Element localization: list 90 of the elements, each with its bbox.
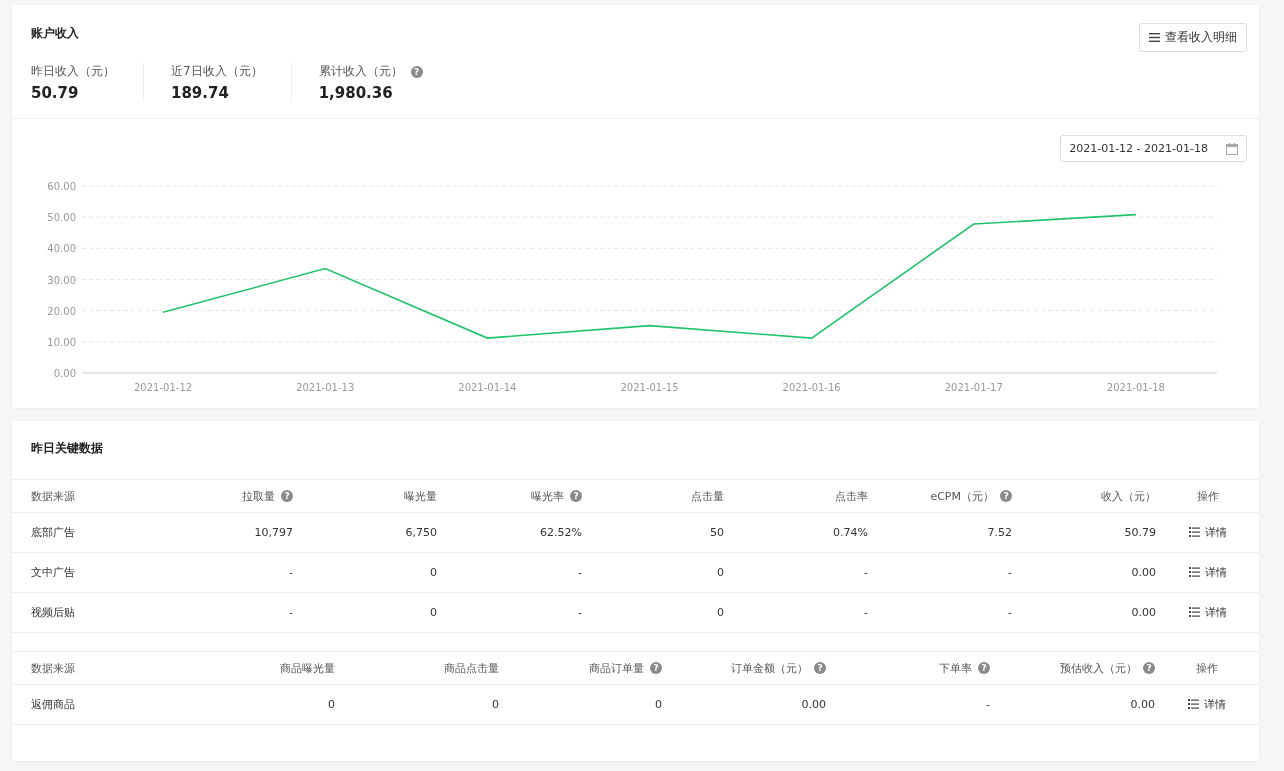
y-tick-label: 40.00 xyxy=(47,243,76,255)
y-tick-label: 10.00 xyxy=(47,336,76,348)
column-header: 收入（元） xyxy=(1101,488,1156,504)
help-icon[interactable]: ? xyxy=(814,662,826,674)
x-tick-label: 2021-01-14 xyxy=(458,382,517,393)
stat-value: 1,980.36 xyxy=(318,84,394,102)
section-title: 昨日关键数据 xyxy=(31,441,103,455)
table-cell: 50.79 xyxy=(1124,526,1156,539)
help-icon[interactable]: ? xyxy=(570,490,582,502)
menu-icon xyxy=(1149,33,1160,42)
table-cell: 文中广告 xyxy=(31,566,75,579)
table-cell: - xyxy=(986,698,990,711)
help-icon[interactable]: ? xyxy=(650,662,662,674)
x-tick-label: 2021-01-12 xyxy=(134,382,193,393)
detail-link[interactable]: 详情 xyxy=(1188,524,1227,540)
table-cell: 0.00 xyxy=(1131,566,1156,579)
help-icon[interactable]: ? xyxy=(281,490,293,502)
column-header: 数据来源 xyxy=(31,660,75,676)
table-cell: 0.00 xyxy=(1131,606,1156,619)
table-cell: 返佣商品 xyxy=(31,698,75,711)
table-cell: - xyxy=(578,606,582,619)
table-cell: 0 xyxy=(655,698,662,711)
column-header: 商品订单量 xyxy=(589,660,644,676)
table-cell: 50 xyxy=(710,526,724,539)
income-detail-button[interactable]: 查看收入明细 xyxy=(1139,23,1247,52)
table-cell: 0 xyxy=(430,566,437,579)
column-header: 操作 xyxy=(1196,488,1219,504)
table-cell: - xyxy=(864,566,868,579)
section-title: 账户收入 xyxy=(31,25,79,42)
column-header: 订单金额（元） xyxy=(731,660,808,676)
y-tick-label: 20.00 xyxy=(47,305,76,317)
column-header: eCPM（元） xyxy=(930,488,994,504)
table-cell: 62.52% xyxy=(540,526,582,539)
table-cell: 0.00 xyxy=(1130,698,1155,711)
list-icon xyxy=(1188,699,1199,710)
date-range-field[interactable]: 2021-01-12 - 2021-01-18 xyxy=(1060,135,1247,162)
table-cell: 0 xyxy=(717,566,724,579)
table-cell: 0 xyxy=(430,606,437,619)
table-cell: - xyxy=(289,566,293,579)
table-cell: 0 xyxy=(492,698,499,711)
stat-value: 50.79 xyxy=(31,84,80,102)
table-cell: - xyxy=(864,606,868,619)
calendar-icon xyxy=(1226,142,1238,155)
stat-label: 累计收入（元） xyxy=(318,63,403,80)
column-header: 曝光率 xyxy=(531,488,564,504)
x-tick-label: 2021-01-18 xyxy=(1106,382,1165,393)
table-cell: - xyxy=(1008,566,1012,579)
table-cell: 7.52 xyxy=(987,526,1012,539)
column-header: 数据来源 xyxy=(31,488,75,504)
column-header: 下单率 xyxy=(939,660,972,676)
stat-value: 189.74 xyxy=(171,84,230,102)
column-header: 商品曝光量 xyxy=(280,660,335,676)
y-tick-label: 30.00 xyxy=(47,274,76,286)
table-cell: 0 xyxy=(717,606,724,619)
table-cell: 0.00 xyxy=(801,698,826,711)
detail-link[interactable]: 详情 xyxy=(1188,564,1227,580)
list-icon xyxy=(1188,567,1200,578)
table-cell: 10,797 xyxy=(254,526,293,539)
help-icon[interactable]: ? xyxy=(1143,662,1155,674)
column-header: 点击量 xyxy=(691,488,724,504)
y-tick-label: 0.00 xyxy=(53,368,76,379)
table-cell: 底部广告 xyxy=(31,526,75,539)
column-header: 操作 xyxy=(1196,660,1218,676)
table-cell: - xyxy=(578,566,582,579)
list-icon xyxy=(1188,607,1200,618)
stat-label: 近7日收入（元） xyxy=(171,63,263,80)
table-cell: 0.74% xyxy=(833,526,868,539)
detail-link[interactable]: 详情 xyxy=(1188,696,1226,712)
column-header: 点击率 xyxy=(835,488,868,504)
help-icon[interactable]: ? xyxy=(1000,490,1012,502)
table-cell: 0 xyxy=(328,698,335,711)
column-header: 拉取量 xyxy=(242,488,275,504)
y-tick-label: 60.00 xyxy=(47,181,76,192)
column-header: 曝光量 xyxy=(404,488,437,504)
x-tick-label: 2021-01-13 xyxy=(296,382,355,393)
detail-link[interactable]: 详情 xyxy=(1188,604,1227,620)
table-cell: - xyxy=(289,606,293,619)
table-cell: - xyxy=(1008,606,1012,619)
stat-label: 昨日收入（元） xyxy=(31,63,115,80)
list-icon xyxy=(1188,527,1200,538)
column-header: 预估收入（元） xyxy=(1060,660,1137,676)
table-cell: 视频后贴 xyxy=(31,606,75,619)
table-cell: 6,750 xyxy=(405,526,437,539)
help-icon[interactable]: ? xyxy=(978,662,990,674)
x-tick-label: 2021-01-17 xyxy=(944,382,1003,393)
y-tick-label: 50.00 xyxy=(47,212,76,224)
x-tick-label: 2021-01-15 xyxy=(620,382,679,393)
column-header: 商品点击量 xyxy=(444,660,499,676)
x-tick-label: 2021-01-16 xyxy=(782,382,841,393)
help-icon[interactable]: ? xyxy=(410,65,423,78)
